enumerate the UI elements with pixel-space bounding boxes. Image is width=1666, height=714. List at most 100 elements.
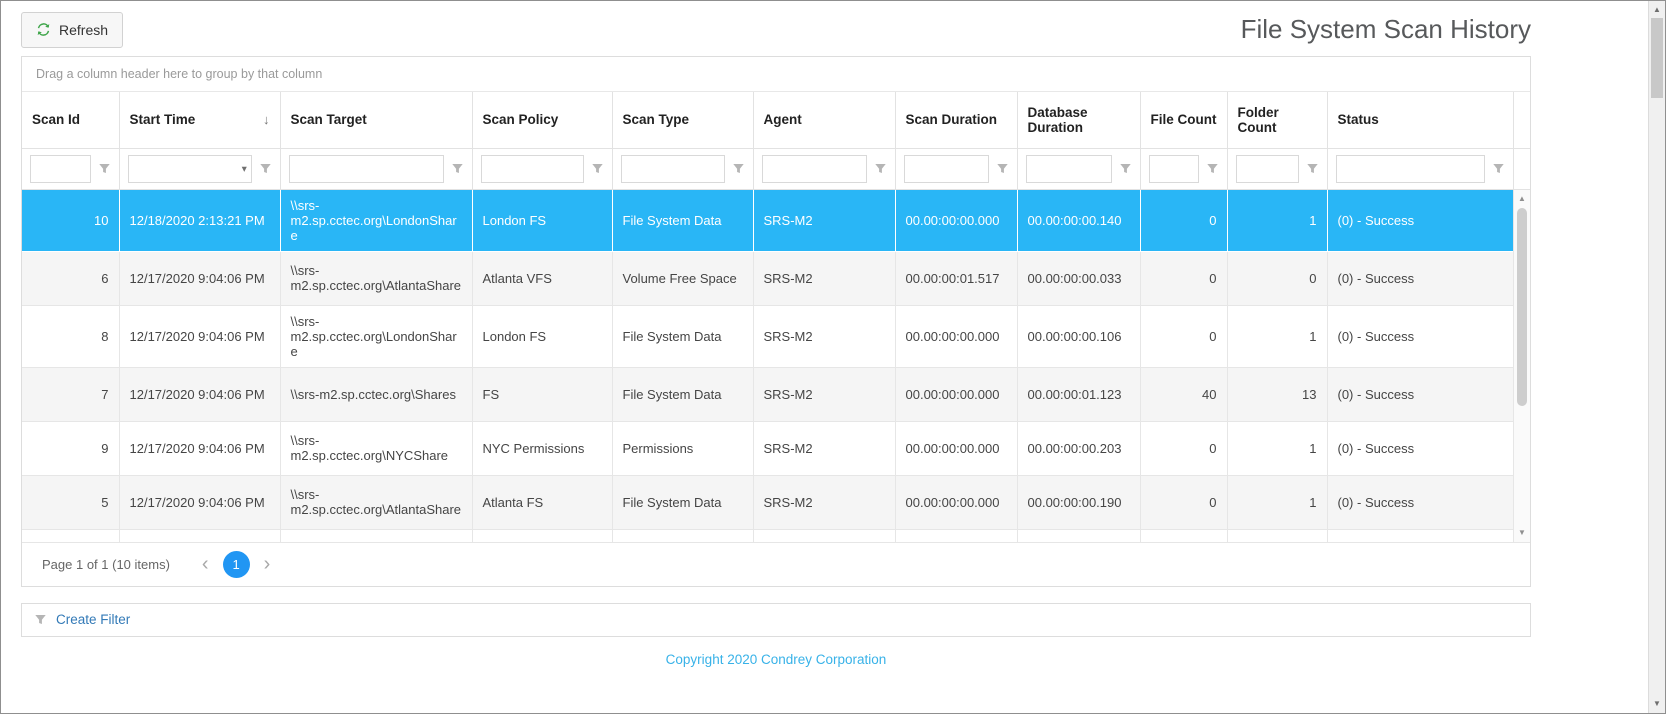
cell-scan_id: 8 <box>22 305 119 367</box>
cell-scan_target: \\srs-m2.sp.cctec.org\AtlantaShare <box>280 475 472 529</box>
filter-icon[interactable] <box>451 162 464 175</box>
filter-input-file_count[interactable] <box>1149 155 1199 183</box>
cell-start_time: 12/17/2020 9:04:06 PM <box>119 421 280 475</box>
filter-icon[interactable] <box>259 162 272 175</box>
filter-icon[interactable] <box>591 162 604 175</box>
column-header-status[interactable]: Status <box>1327 92 1513 148</box>
column-header-start_time[interactable]: Start Time↓ <box>119 92 280 148</box>
table-row[interactable]: 812/17/2020 9:04:06 PM\\srs-m2.sp.cctec.… <box>22 305 1513 367</box>
dropdown-caret-icon[interactable]: ▾ <box>242 163 247 174</box>
filter-input-scan_id[interactable] <box>30 155 91 183</box>
column-header-label: Agent <box>764 112 802 127</box>
filter-cell-agent <box>753 148 895 189</box>
cell-scan_type: Permissions <box>612 421 753 475</box>
filter-cell-scan_id <box>22 148 119 189</box>
pager-next-button[interactable]: › <box>258 554 277 574</box>
filter-input-database_duration[interactable] <box>1026 155 1112 183</box>
column-header-scan_type[interactable]: Scan Type <box>612 92 753 148</box>
cell-database_duration: 00.00:00:00.033 <box>1017 251 1140 305</box>
filter-icon <box>34 613 47 626</box>
column-header-file_count[interactable]: File Count <box>1140 92 1227 148</box>
filter-input-folder_count[interactable] <box>1236 155 1299 183</box>
cell-scan_target: \\srs-m2.sp.cctec.org\Shares <box>280 367 472 421</box>
filter-cell-scan_duration <box>895 148 1017 189</box>
filter-icon[interactable] <box>1206 162 1219 175</box>
cell-scan_target: \\srs-m2.sp.cctec.org\LondonShare <box>280 190 472 252</box>
table-row[interactable]: 512/17/2020 9:04:06 PM\\srs-m2.sp.cctec.… <box>22 475 1513 529</box>
pager-page-button[interactable]: 1 <box>223 551 250 578</box>
filter-input-start_time[interactable] <box>128 155 252 183</box>
cell-scan_duration: 00.00:00:00.000 <box>895 367 1017 421</box>
column-header-scan_duration[interactable]: Scan Duration <box>895 92 1017 148</box>
table-row[interactable]: 912/17/2020 9:04:06 PM\\srs-m2.sp.cctec.… <box>22 421 1513 475</box>
cell-agent <box>753 529 895 542</box>
cell-scan_type: File System Data <box>612 190 753 252</box>
table-row[interactable]: 712/17/2020 9:04:06 PM\\srs-m2.sp.cctec.… <box>22 367 1513 421</box>
column-header-folder_count[interactable]: Folder Count <box>1227 92 1327 148</box>
filter-input-scan_target[interactable] <box>289 155 444 183</box>
page: Refresh File System Scan History Drag a … <box>1 1 1648 713</box>
scroll-down-arrow-icon[interactable]: ▼ <box>1649 697 1665 711</box>
filter-icon[interactable] <box>1492 162 1505 175</box>
cell-status: (0) - Success <box>1327 367 1513 421</box>
cell-scan_type: Volume Free Space <box>612 251 753 305</box>
cell-scan_target: \\srs-m2.sp.cctec.org\NYCShare <box>280 421 472 475</box>
cell-file_count: 40 <box>1140 367 1227 421</box>
table-row[interactable]: 1012/18/2020 2:13:21 PM\\srs-m2.sp.cctec… <box>22 190 1513 252</box>
table-row[interactable]: \\srs- <box>22 529 1513 542</box>
refresh-button[interactable]: Refresh <box>21 12 123 48</box>
pager-previous-button[interactable]: ‹ <box>196 554 215 574</box>
filter-input-agent[interactable] <box>762 155 867 183</box>
pager: Page 1 of 1 (10 items) ‹ 1 › <box>22 542 1530 586</box>
cell-agent: SRS-M2 <box>753 367 895 421</box>
cell-folder_count: 1 <box>1227 421 1327 475</box>
column-header-label: Start Time <box>130 112 196 127</box>
copyright-link[interactable]: Copyright 2020 Condrey Corporation <box>666 652 887 667</box>
filter-icon[interactable] <box>1306 162 1319 175</box>
cell-agent: SRS-M2 <box>753 475 895 529</box>
cell-scan_policy: FS <box>472 367 612 421</box>
scroll-up-arrow-icon[interactable]: ▲ <box>1514 192 1530 206</box>
cell-scan_target: \\srs-m2.sp.cctec.org\LondonShare <box>280 305 472 367</box>
cell-file_count: 0 <box>1140 305 1227 367</box>
filter-input-scan_type[interactable] <box>621 155 725 183</box>
cell-status: (0) - Success <box>1327 421 1513 475</box>
cell-scan_id: 6 <box>22 251 119 305</box>
cell-folder_count: 1 <box>1227 190 1327 252</box>
filter-icon[interactable] <box>98 162 111 175</box>
cell-file_count: 0 <box>1140 190 1227 252</box>
cell-database_duration: 00.00:00:00.106 <box>1017 305 1140 367</box>
scroll-up-arrow-icon[interactable]: ▲ <box>1649 3 1665 17</box>
create-filter-link[interactable]: Create Filter <box>56 612 130 627</box>
filter-cell-scan_target <box>280 148 472 189</box>
cell-scan_duration: 00.00:00:00.000 <box>895 475 1017 529</box>
cell-database_duration: 00.00:00:01.123 <box>1017 367 1140 421</box>
filter-input-scan_duration[interactable] <box>904 155 989 183</box>
group-by-panel[interactable]: Drag a column header here to group by th… <box>22 57 1530 92</box>
cell-scan_duration: 00.00:00:00.000 <box>895 190 1017 252</box>
scroll-down-arrow-icon[interactable]: ▼ <box>1514 526 1530 540</box>
refresh-icon <box>36 22 51 37</box>
column-header-scan_target[interactable]: Scan Target <box>280 92 472 148</box>
column-header-scan_id[interactable]: Scan Id <box>22 92 119 148</box>
cell-start_time <box>119 529 280 542</box>
cell-agent: SRS-M2 <box>753 251 895 305</box>
filter-icon[interactable] <box>1119 162 1132 175</box>
filter-input-status[interactable] <box>1336 155 1485 183</box>
filter-icon[interactable] <box>732 162 745 175</box>
cell-folder_count: 13 <box>1227 367 1327 421</box>
filter-icon[interactable] <box>996 162 1009 175</box>
filter-icon[interactable] <box>874 162 887 175</box>
table-row[interactable]: 612/17/2020 9:04:06 PM\\srs-m2.sp.cctec.… <box>22 251 1513 305</box>
column-header-agent[interactable]: Agent <box>753 92 895 148</box>
column-header-database_duration[interactable]: Database Duration <box>1017 92 1140 148</box>
cell-scan_type <box>612 529 753 542</box>
filter-input-scan_policy[interactable] <box>481 155 584 183</box>
column-header-scan_policy[interactable]: Scan Policy <box>472 92 612 148</box>
scrollbar-thumb[interactable] <box>1517 208 1527 406</box>
grid-vertical-scrollbar[interactable]: ▲ ▼ <box>1513 190 1530 542</box>
scrollbar-thumb[interactable] <box>1651 18 1663 98</box>
grid-body-table: 1012/18/2020 2:13:21 PM\\srs-m2.sp.cctec… <box>22 190 1514 542</box>
page-vertical-scrollbar[interactable]: ▲ ▼ <box>1648 1 1665 713</box>
cell-start_time: 12/17/2020 9:04:06 PM <box>119 475 280 529</box>
